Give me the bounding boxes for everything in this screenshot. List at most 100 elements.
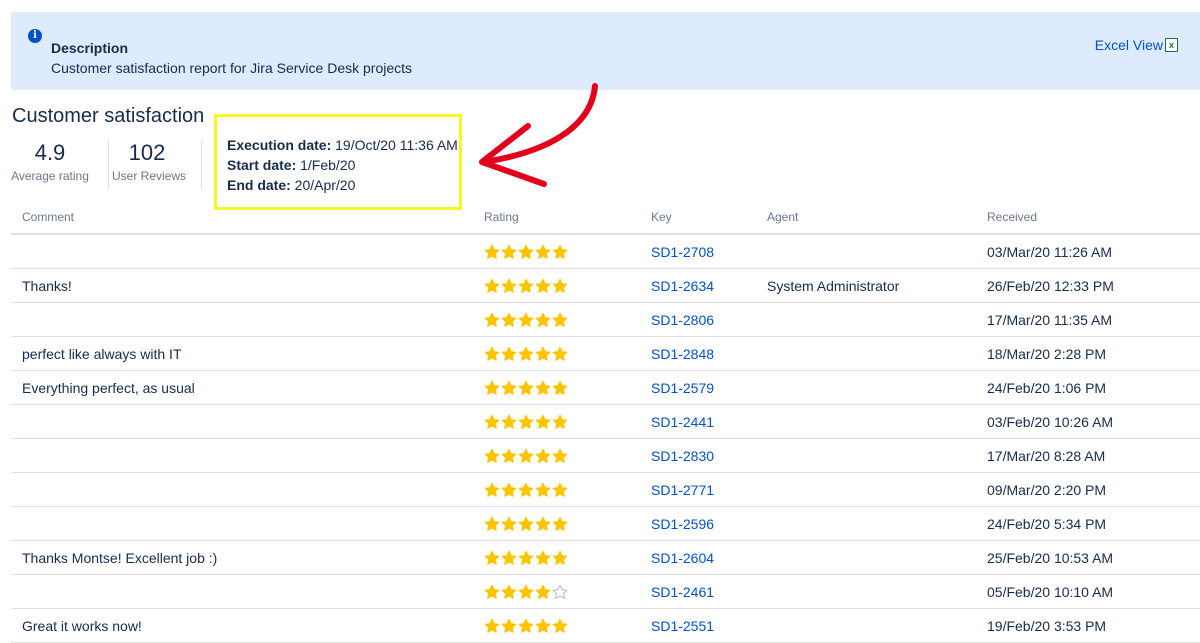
rating-stars xyxy=(484,244,568,260)
comment-cell: Thanks! xyxy=(11,268,484,303)
comment-cell: Thanks Montse! Excellent job :) xyxy=(11,540,484,575)
comment-cell: Everything perfect, as usual xyxy=(11,370,484,405)
rating-cell xyxy=(484,608,651,643)
star-filled-icon xyxy=(484,482,500,497)
table-row: perfect like always with IT SD1-2848 18/Ma… xyxy=(11,336,1200,371)
report-dates-box: Execution date: 19/Oct/20 11:36 AM Start… xyxy=(214,114,462,210)
start-date-value: 1/Feb/20 xyxy=(300,157,356,173)
issue-key-link[interactable]: SD1-2848 xyxy=(651,346,714,362)
received-cell: 26/Feb/20 12:33 PM xyxy=(987,268,1200,303)
issue-key-link[interactable]: SD1-2579 xyxy=(651,380,714,396)
star-filled-icon xyxy=(552,312,568,327)
star-filled-icon xyxy=(518,618,534,633)
star-filled-icon xyxy=(501,550,517,565)
header-key[interactable]: Key xyxy=(651,200,767,235)
agent-cell: System Administrator xyxy=(767,268,987,303)
issue-key-link[interactable]: SD1-2708 xyxy=(651,244,714,260)
issue-key-link[interactable]: SD1-2441 xyxy=(651,414,714,430)
star-filled-icon xyxy=(518,244,534,259)
star-filled-icon xyxy=(518,550,534,565)
agent-cell xyxy=(767,336,987,371)
user-reviews-label: User Reviews xyxy=(112,169,187,183)
received-cell: 17/Mar/20 8:28 AM xyxy=(987,438,1200,473)
comment-cell xyxy=(11,506,484,541)
rating-stars xyxy=(484,584,568,600)
rating-cell xyxy=(484,506,651,541)
comment-cell: Great it works now! xyxy=(11,608,484,643)
agent-cell xyxy=(767,540,987,575)
excel-view-link[interactable]: Excel View x xyxy=(1095,37,1178,53)
rating-cell xyxy=(484,438,651,473)
star-filled-icon xyxy=(535,380,551,395)
banner-title: Description xyxy=(51,40,129,56)
header-received[interactable]: Received xyxy=(987,200,1200,235)
star-filled-icon xyxy=(535,346,551,361)
table-row: SD1-2596 24/Feb/20 5:34 PM xyxy=(11,506,1200,541)
star-filled-icon xyxy=(518,380,534,395)
rating-stars xyxy=(484,550,568,566)
agent-cell xyxy=(767,472,987,507)
rating-cell xyxy=(484,472,651,507)
key-cell: SD1-2634 xyxy=(651,268,767,303)
issue-key-link[interactable]: SD1-2604 xyxy=(651,550,714,566)
received-cell: 18/Mar/20 2:28 PM xyxy=(987,336,1200,371)
rating-stars xyxy=(484,448,568,464)
issue-key-link[interactable]: SD1-2634 xyxy=(651,278,714,294)
star-filled-icon xyxy=(552,448,568,463)
average-rating-label: Average rating xyxy=(11,169,89,183)
page-title: Customer satisfaction xyxy=(12,105,205,127)
key-cell: SD1-2441 xyxy=(651,404,767,439)
issue-key-link[interactable]: SD1-2596 xyxy=(651,516,714,532)
star-filled-icon xyxy=(535,482,551,497)
satisfaction-table: Comment Rating Key Agent Received SD1-27… xyxy=(11,200,1200,643)
star-filled-icon xyxy=(535,448,551,463)
rating-cell xyxy=(484,370,651,405)
rating-stars xyxy=(484,278,568,294)
key-cell: SD1-2806 xyxy=(651,302,767,337)
table-row: SD1-2771 09/Mar/20 2:20 PM xyxy=(11,472,1200,507)
received-cell: 17/Mar/20 11:35 AM xyxy=(987,302,1200,337)
star-empty-icon xyxy=(552,584,568,599)
rating-stars xyxy=(484,482,568,498)
issue-key-link[interactable]: SD1-2461 xyxy=(651,584,714,600)
excel-view-label: Excel View xyxy=(1094,37,1163,53)
issue-key-link[interactable]: SD1-2806 xyxy=(651,312,714,328)
rating-stars xyxy=(484,414,568,430)
star-filled-icon xyxy=(552,414,568,429)
average-rating-stat: 4.9 Average rating xyxy=(11,140,89,183)
agent-cell xyxy=(767,506,987,541)
header-rating[interactable]: Rating xyxy=(484,200,651,235)
issue-key-link[interactable]: SD1-2551 xyxy=(651,618,714,634)
table-row: SD1-2830 17/Mar/20 8:28 AM xyxy=(11,438,1200,473)
star-filled-icon xyxy=(484,312,500,327)
star-filled-icon xyxy=(535,584,551,599)
received-cell: 19/Feb/20 3:53 PM xyxy=(987,608,1200,643)
star-filled-icon xyxy=(518,346,534,361)
received-cell: 25/Feb/20 10:53 AM xyxy=(987,540,1200,575)
rating-cell xyxy=(484,302,651,337)
issue-key-link[interactable]: SD1-2830 xyxy=(651,448,714,464)
stat-divider xyxy=(108,140,109,190)
key-cell: SD1-2461 xyxy=(651,574,767,609)
star-filled-icon xyxy=(484,516,500,531)
star-filled-icon xyxy=(501,448,517,463)
key-cell: SD1-2771 xyxy=(651,472,767,507)
star-filled-icon xyxy=(552,346,568,361)
star-filled-icon xyxy=(552,516,568,531)
key-cell: SD1-2830 xyxy=(651,438,767,473)
star-filled-icon xyxy=(552,244,568,259)
user-reviews-value: 102 xyxy=(128,140,166,165)
comment-cell xyxy=(11,302,484,337)
rating-cell xyxy=(484,268,651,303)
star-filled-icon xyxy=(518,584,534,599)
star-filled-icon xyxy=(552,618,568,633)
comment-cell xyxy=(11,472,484,507)
comment-cell xyxy=(11,234,484,269)
table-row: SD1-2441 03/Feb/20 10:26 AM xyxy=(11,404,1200,439)
header-comment[interactable]: Comment xyxy=(11,200,484,235)
issue-key-link[interactable]: SD1-2771 xyxy=(651,482,714,498)
header-agent[interactable]: Agent xyxy=(767,200,987,235)
star-filled-icon xyxy=(518,278,534,293)
star-filled-icon xyxy=(535,516,551,531)
star-filled-icon xyxy=(501,244,517,259)
